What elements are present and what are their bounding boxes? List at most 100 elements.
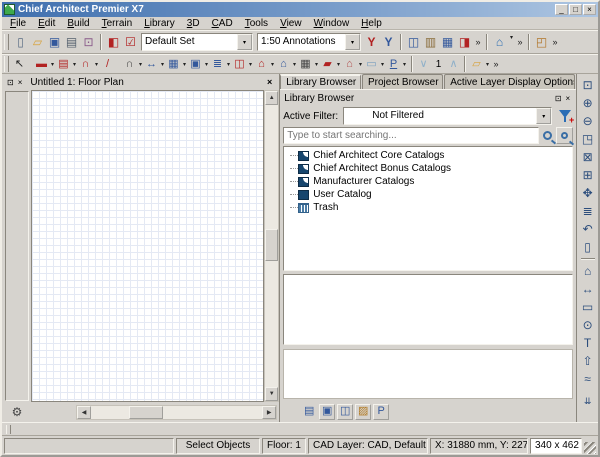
framing-tools[interactable]: ▦ bbox=[298, 56, 313, 73]
terrain-stake-tools[interactable]: P bbox=[386, 56, 401, 73]
dormer-tools[interactable]: ⌂ bbox=[276, 56, 291, 73]
library-tree-item[interactable]: User Catalog bbox=[284, 188, 572, 201]
camera-view-button[interactable]: ⌂ bbox=[491, 34, 508, 51]
appliances-button[interactable]: ◰ bbox=[533, 34, 550, 51]
library-search-input[interactable] bbox=[283, 127, 540, 144]
library-tree-item[interactable]: Trash bbox=[284, 201, 572, 214]
chevron-down-icon[interactable]: ▾ bbox=[313, 61, 320, 68]
gable-tools[interactable]: ⌂ bbox=[342, 56, 357, 73]
dock-pin-icon[interactable]: ⊡ bbox=[553, 94, 564, 103]
scroll-right-button[interactable]: ▶ bbox=[262, 405, 277, 419]
symbol-tool[interactable]: ⇧ bbox=[579, 352, 597, 370]
floor-plan-canvas[interactable] bbox=[31, 90, 265, 402]
chevron-down-icon[interactable]: ▾ bbox=[203, 61, 210, 68]
toggle-preview-pane-button[interactable]: ▨ bbox=[355, 403, 372, 420]
chevron-down-icon[interactable]: ▾ bbox=[225, 61, 232, 68]
minimize-button[interactable]: _ bbox=[555, 4, 568, 15]
window-tools[interactable]: ◫ bbox=[232, 56, 247, 73]
edit-defaults-button[interactable]: Y bbox=[380, 34, 397, 51]
search-icon[interactable] bbox=[543, 131, 553, 140]
annotation-scale-combo[interactable]: 1:50 Annotations ▾ bbox=[257, 33, 361, 51]
menu-item[interactable]: CAD bbox=[206, 18, 239, 29]
preferences-button[interactable]: ☑ bbox=[122, 34, 139, 51]
dimension-tools[interactable]: ↔ bbox=[144, 56, 159, 73]
chevron-down-icon[interactable]: ▾ bbox=[237, 34, 252, 50]
floor-down-button[interactable]: ∨ bbox=[416, 56, 431, 73]
open-plan-button[interactable]: ▱ bbox=[29, 34, 46, 51]
toolbar-customize-button[interactable]: ◧ bbox=[105, 34, 122, 51]
close-icon[interactable]: × bbox=[360, 78, 361, 88]
toolbar-overflow-button[interactable]: » bbox=[550, 37, 560, 47]
window-resize-grip[interactable] bbox=[584, 442, 596, 454]
advanced-search-button[interactable] bbox=[556, 127, 574, 144]
fill-window-building-only-tool[interactable]: ⊞ bbox=[579, 166, 597, 184]
menu-item[interactable]: Edit bbox=[32, 18, 61, 29]
side-panel-tab[interactable]: Project Browser × bbox=[362, 74, 444, 89]
horizontal-scroll-thumb[interactable] bbox=[128, 405, 163, 419]
horizontal-scroll-track[interactable] bbox=[91, 405, 262, 419]
zoom-in-tool[interactable]: ⊕ bbox=[579, 94, 597, 112]
library-browser-toggle-button[interactable]: ▥ bbox=[422, 34, 439, 51]
menu-item[interactable]: Build bbox=[61, 18, 95, 29]
toolbar-grip[interactable] bbox=[4, 34, 9, 50]
horizontal-scrollbar[interactable]: ◀ ▶ bbox=[76, 404, 278, 420]
cabinet-tools[interactable]: ▦ bbox=[166, 56, 181, 73]
pan-window-tool[interactable]: ✥ bbox=[579, 184, 597, 202]
chevron-down-icon[interactable]: ▾ bbox=[49, 61, 56, 68]
update-library-catalogs-button[interactable]: ▤ bbox=[301, 404, 317, 420]
fence-tools[interactable]: ▤ bbox=[56, 56, 71, 73]
scroll-down-button[interactable]: ▼ bbox=[265, 387, 279, 401]
maximize-button[interactable]: □ bbox=[569, 4, 582, 15]
chevron-down-icon[interactable]: ▾ bbox=[93, 61, 100, 68]
close-button[interactable]: × bbox=[583, 4, 596, 15]
roof-tools[interactable]: ⌂ bbox=[254, 56, 269, 73]
menu-item[interactable]: Terrain bbox=[96, 18, 139, 29]
select-objects-tool[interactable]: ↖ bbox=[12, 56, 27, 73]
chevron-down-icon[interactable]: ▾ bbox=[345, 34, 360, 50]
rectangle-tool[interactable]: ▭ bbox=[579, 298, 597, 316]
measure-tools[interactable]: ▱ bbox=[469, 56, 484, 73]
default-set-combo[interactable]: Default Set ▾ bbox=[141, 33, 253, 51]
close-icon[interactable]: × bbox=[263, 77, 276, 87]
find-in-library-tool[interactable]: ⊙ bbox=[579, 316, 597, 334]
edit-active-view-button[interactable]: Y bbox=[363, 34, 380, 51]
menu-item[interactable]: Library bbox=[138, 18, 181, 29]
layer-display-options-button[interactable]: ◨ bbox=[456, 34, 473, 51]
chevron-down-icon[interactable]: ▾ bbox=[71, 61, 78, 68]
fixture-tools[interactable]: ▣ bbox=[188, 56, 203, 73]
vertical-scroll-track[interactable] bbox=[265, 105, 279, 387]
roof-plane-tools[interactable]: ▰ bbox=[320, 56, 335, 73]
sprinkler-tool[interactable]: ≈ bbox=[579, 370, 597, 388]
toolbar-grip[interactable] bbox=[6, 424, 11, 434]
toggle-selection-pane-button[interactable]: ◫ bbox=[337, 403, 354, 420]
print-button[interactable]: ▤ bbox=[63, 34, 80, 51]
fill-window-tool[interactable]: ⊠ bbox=[579, 148, 597, 166]
chevron-down-icon[interactable]: ▾ bbox=[508, 34, 515, 51]
chevron-down-icon[interactable]: ▾ bbox=[247, 61, 254, 68]
project-browser-toggle-button[interactable]: ◫ bbox=[405, 34, 422, 51]
menu-item[interactable]: View bbox=[274, 18, 308, 29]
dimension-tool[interactable]: ↔ bbox=[579, 280, 597, 298]
chevron-down-icon[interactable]: ▾ bbox=[536, 108, 552, 124]
library-search-button[interactable] bbox=[283, 404, 299, 420]
menu-item[interactable]: Tools bbox=[239, 18, 274, 29]
soffit-tools[interactable]: ▭ bbox=[364, 56, 379, 73]
library-tree-item[interactable]: Manufacturer Catalogs bbox=[284, 175, 572, 188]
chevron-down-icon[interactable]: ▾ bbox=[335, 61, 342, 68]
furnishing-tools[interactable]: ≣ bbox=[210, 56, 225, 73]
dock-close-icon[interactable]: × bbox=[564, 94, 573, 103]
gear-icon[interactable]: ⚙ bbox=[8, 405, 26, 419]
chevron-down-icon[interactable]: ▾ bbox=[401, 61, 408, 68]
active-layer-options-toggle-button[interactable]: ▦ bbox=[439, 34, 456, 51]
chevron-down-icon[interactable]: ▾ bbox=[379, 61, 386, 68]
menu-item[interactable]: File bbox=[4, 18, 32, 29]
export-picture-button[interactable]: ⊡ bbox=[80, 34, 97, 51]
library-tree-item[interactable]: Chief Architect Bonus Catalogs bbox=[284, 162, 572, 175]
text-tool[interactable]: T bbox=[579, 334, 597, 352]
plan-view-tab[interactable]: Untitled 1: Floor Plan bbox=[30, 77, 263, 88]
zoom-out-tool[interactable]: ⊖ bbox=[579, 112, 597, 130]
camera-3d-view-tool[interactable]: ⌂ bbox=[579, 262, 597, 280]
dock-pin-icon[interactable]: ⊡ bbox=[5, 78, 16, 87]
curved-wall-tools[interactable]: ∩ bbox=[78, 56, 93, 73]
scroll-left-button[interactable]: ◀ bbox=[77, 405, 91, 419]
